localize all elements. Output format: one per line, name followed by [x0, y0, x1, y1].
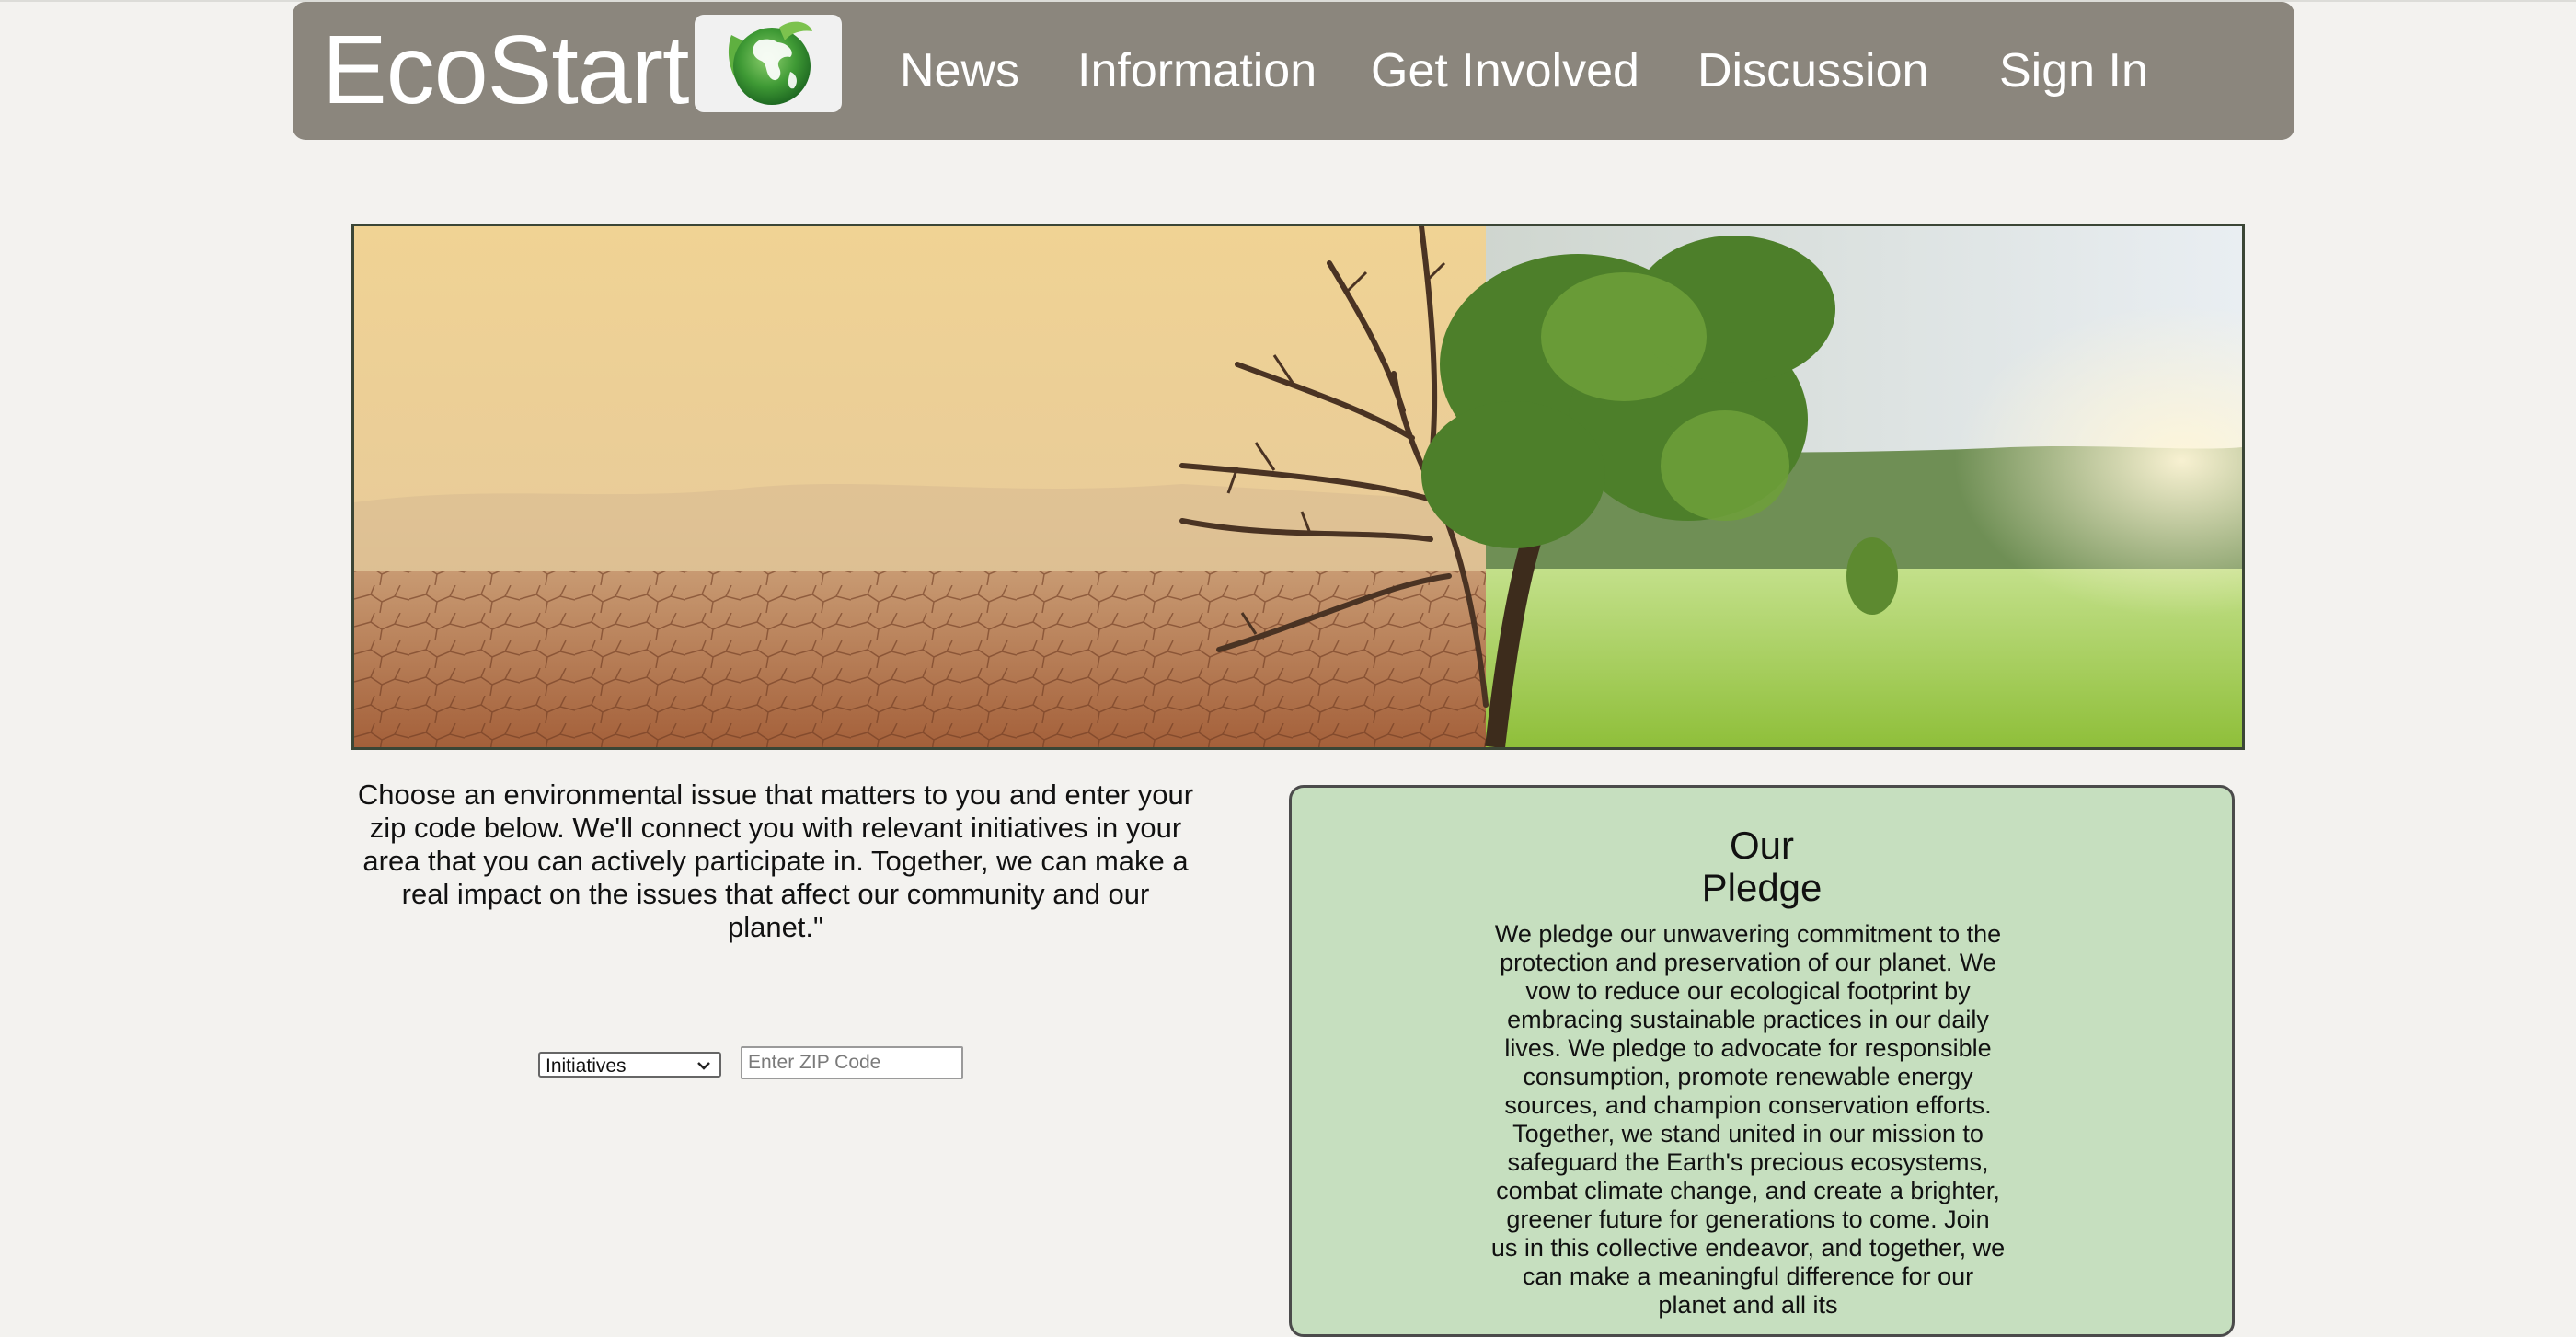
globe-leaf-icon[interactable] [695, 15, 842, 112]
pledge-body: We pledge our unwavering commitment to t… [1490, 920, 2006, 1319]
issue-category-value: Initiatives [546, 1055, 627, 1077]
nav-news[interactable]: News [900, 39, 1019, 103]
pledge-title-line1: Our [1729, 824, 1794, 867]
pledge-card: Our Pledge We pledge our unwavering comm… [1289, 785, 2235, 1337]
site-header: EcoStart News Information Get Involved D… [293, 2, 2294, 140]
nav-sign-in[interactable]: Sign In [1999, 39, 2148, 103]
nav-information[interactable]: Information [1077, 39, 1317, 103]
hero-image [351, 224, 2245, 750]
pledge-title-line2: Pledge [1701, 866, 1823, 909]
zip-code-input[interactable] [741, 1046, 963, 1079]
chevron-down-icon [697, 1062, 710, 1070]
intro-text: Choose an environmental issue that matte… [357, 778, 1194, 943]
pledge-title: Our Pledge [1292, 824, 2232, 909]
nav-get-involved[interactable]: Get Involved [1371, 39, 1639, 103]
brand-name[interactable]: EcoStart [322, 15, 690, 125]
nav-discussion[interactable]: Discussion [1697, 39, 1928, 103]
issue-category-select[interactable]: Initiatives [538, 1052, 721, 1078]
